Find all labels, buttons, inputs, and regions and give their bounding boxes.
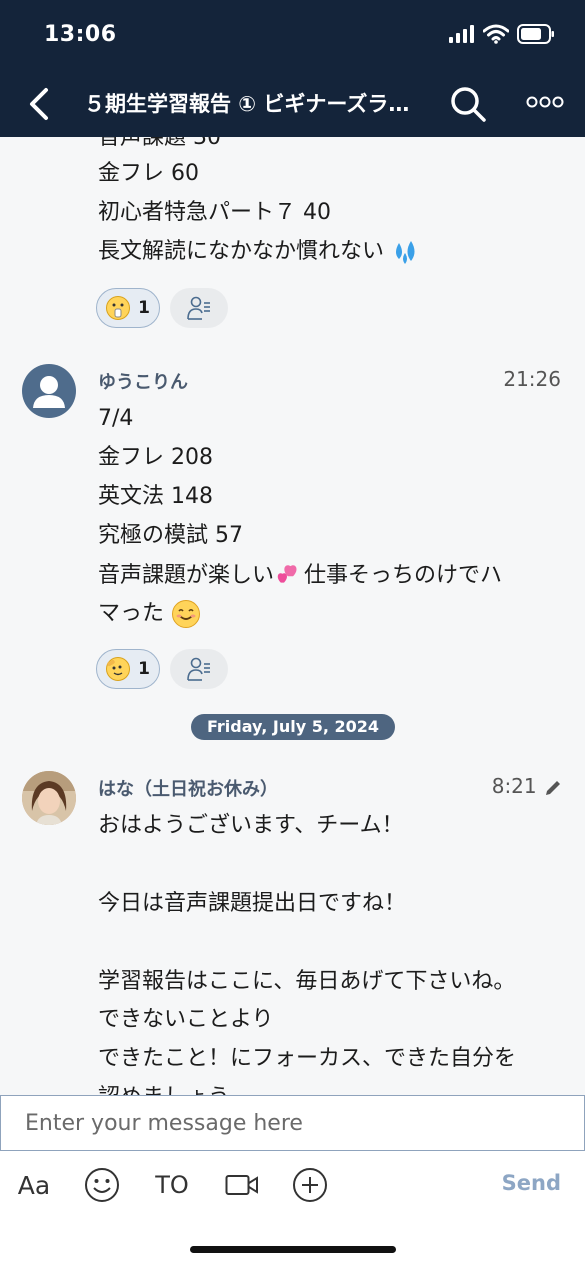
wifi-icon bbox=[483, 24, 509, 44]
message-input-container bbox=[0, 1095, 585, 1151]
top-bar: 13:06 ５期生学習報告 ① ビギナーズラ… bbox=[0, 0, 585, 137]
person-list-icon bbox=[187, 296, 210, 320]
message-line: 今日は音声課題提出日ですね！ bbox=[98, 891, 407, 916]
message-line: 究極の模試 57 bbox=[98, 523, 243, 548]
praying-face-icon bbox=[106, 296, 131, 320]
chat-title[interactable]: ５期生学習報告 ① ビギナーズラ… bbox=[84, 88, 424, 118]
message-line: できたこと！にフォーカス、できた自分を bbox=[98, 1046, 517, 1071]
reaction-row: 1 bbox=[96, 288, 228, 328]
composer-toolbar: Aa TO Send bbox=[0, 1151, 585, 1266]
video-camera-icon bbox=[225, 1175, 258, 1195]
nav-bar: ５期生学習報告 ① ビギナーズラ… bbox=[0, 78, 585, 130]
message-line: 英文法 148 bbox=[98, 484, 213, 509]
reaction-chip[interactable]: 1 bbox=[96, 649, 160, 689]
person-list-icon bbox=[187, 657, 210, 681]
chat-timeline[interactable]: 音声課題 30 金フレ 60 初心者特急パート７ 40 長文解読になかなか慣れな… bbox=[0, 137, 585, 1095]
reaction-list-button[interactable] bbox=[170, 649, 228, 689]
message-line: 初心者特急パート７ 40 bbox=[98, 200, 331, 225]
message-line: できないことより bbox=[98, 1007, 274, 1032]
sweat-drops-icon bbox=[396, 241, 415, 264]
message-line: 音声課題 30 bbox=[98, 137, 221, 150]
message-text: 音声課題が楽しい bbox=[98, 563, 275, 588]
message-line: 音声課題が楽しい 仕事そっちのけでハ bbox=[98, 557, 502, 595]
video-button[interactable] bbox=[222, 1165, 262, 1205]
smiley-icon bbox=[85, 1168, 119, 1202]
sender-name[interactable]: ゆうこりん bbox=[98, 368, 188, 394]
date-separator: Friday, July 5, 2024 bbox=[191, 714, 395, 740]
more-options-icon[interactable] bbox=[526, 92, 564, 112]
message-line: おはようございます、チーム！ bbox=[98, 813, 404, 838]
message-line: 学習報告はここに、毎日あげて下さいね。 bbox=[98, 969, 516, 994]
saluting-face-icon bbox=[106, 657, 131, 681]
search-icon[interactable] bbox=[448, 84, 488, 124]
two-hearts-icon bbox=[277, 565, 297, 583]
message-line: 長文解読になかなか慣れない bbox=[98, 233, 421, 271]
status-icons bbox=[449, 24, 555, 44]
home-indicator bbox=[190, 1246, 396, 1253]
pencil-icon bbox=[546, 780, 560, 795]
battery-icon bbox=[517, 24, 554, 44]
reaction-count: 1 bbox=[138, 298, 150, 318]
avatar-photo[interactable] bbox=[22, 771, 76, 825]
message-line: 認めましょう。 bbox=[98, 1079, 251, 1095]
smiling-face-icon bbox=[172, 600, 201, 628]
mention-to-button[interactable]: TO bbox=[150, 1165, 194, 1205]
sender-name[interactable]: はな（土日祝お休み） bbox=[98, 775, 278, 801]
avatar-default[interactable] bbox=[22, 364, 76, 418]
message-time: 8:21 bbox=[491, 774, 537, 798]
emoji-button[interactable] bbox=[82, 1165, 122, 1205]
reaction-chip[interactable]: 1 bbox=[96, 288, 160, 328]
status-time: 13:06 bbox=[44, 22, 117, 47]
message-text: 長文解読になかなか慣れない bbox=[98, 239, 385, 264]
person-icon bbox=[33, 376, 65, 408]
message-time: 21:26 bbox=[503, 367, 561, 391]
plus-circle-icon bbox=[293, 1168, 327, 1202]
message-time-edited: 8:21 bbox=[492, 774, 563, 798]
message-line: マった bbox=[98, 595, 201, 633]
send-button[interactable]: Send bbox=[502, 1171, 561, 1195]
profile-photo bbox=[22, 771, 76, 825]
reaction-count: 1 bbox=[138, 659, 150, 679]
text-format-button[interactable]: Aa bbox=[14, 1165, 54, 1205]
message-line: 金フレ 208 bbox=[98, 445, 213, 470]
message-input[interactable] bbox=[1, 1096, 584, 1150]
back-chevron-icon[interactable] bbox=[24, 84, 54, 124]
signal-icon bbox=[449, 25, 474, 43]
message-text: 仕事そっちのけでハ bbox=[304, 563, 503, 588]
reaction-row: 1 bbox=[96, 649, 228, 689]
message-text: マった bbox=[98, 601, 165, 626]
reaction-list-button[interactable] bbox=[170, 288, 228, 328]
message-line: 金フレ 60 bbox=[98, 161, 199, 186]
status-bar: 13:06 bbox=[44, 22, 555, 54]
add-attachment-button[interactable] bbox=[290, 1165, 330, 1205]
message-line: 7/4 bbox=[98, 406, 134, 431]
